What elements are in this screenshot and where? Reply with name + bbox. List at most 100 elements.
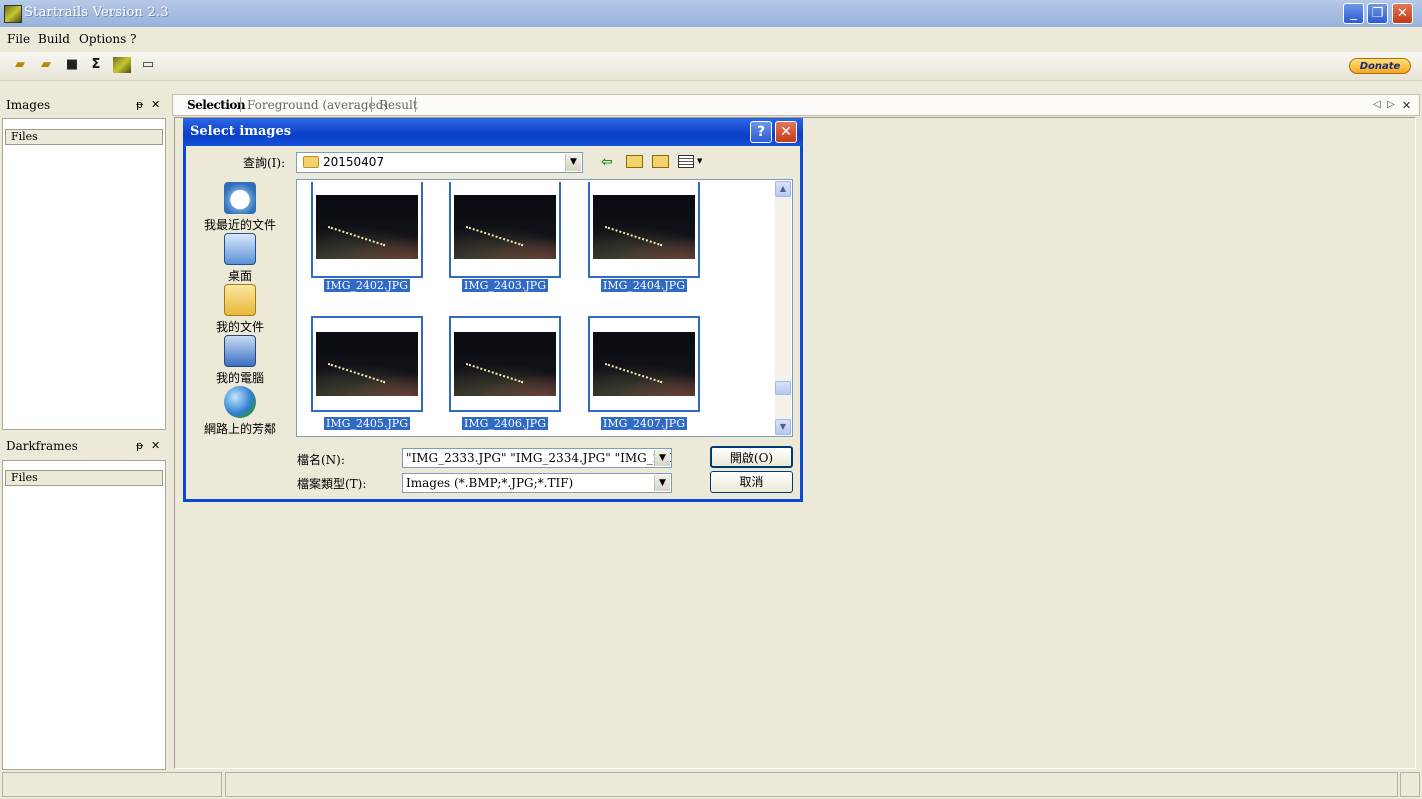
darkframes-panel [2, 460, 166, 770]
file-label[interactable]: IMG_2403.JPG [445, 279, 565, 292]
up-folder-icon[interactable] [626, 155, 643, 168]
darkframes-panel-title: Darkframes [6, 439, 78, 453]
thumbnail-img-2403[interactable] [449, 182, 561, 278]
menu-bar [0, 28, 1422, 50]
thumbnail-image [593, 332, 695, 396]
thumbnail-img-2407[interactable] [588, 316, 700, 412]
file-label[interactable]: IMG_2402.JPG [307, 279, 427, 292]
images-files-header[interactable]: Files [5, 129, 163, 145]
pin-icon[interactable]: ᵽ [136, 98, 143, 111]
thumbnail-image [593, 195, 695, 259]
video-camera-icon[interactable]: ▭ [139, 57, 157, 73]
place-my-documents[interactable]: 我的文件 [195, 284, 285, 335]
recent-documents-icon [224, 182, 256, 214]
file-list-scrollbar[interactable] [775, 181, 791, 435]
scroll-thumb[interactable] [775, 381, 791, 395]
open-darkframes-icon[interactable]: ▰ [37, 57, 55, 73]
my-documents-icon [224, 284, 256, 316]
place-network[interactable]: 網路上的芳鄰 [195, 386, 285, 437]
thumbnail-img-2402[interactable] [311, 182, 423, 278]
dialog-close-button[interactable]: ✕ [775, 121, 797, 143]
chevron-down-icon[interactable]: ▼ [654, 450, 670, 466]
menu-options[interactable]: Options [79, 32, 126, 46]
desktop-icon [224, 233, 256, 265]
tab-selection[interactable]: Selection [187, 98, 246, 112]
menu-help[interactable]: ? [130, 32, 136, 46]
darkframes-files-header[interactable]: Files [5, 470, 163, 486]
menu-build[interactable]: Build [38, 32, 70, 46]
file-label[interactable]: IMG_2407.JPG [584, 417, 704, 430]
place-label: 我最近的文件 [203, 218, 276, 232]
view-menu-icon[interactable] [678, 155, 694, 168]
status-panel-left [2, 772, 222, 797]
scroll-down-icon[interactable]: ▼ [775, 419, 791, 435]
thumbnail-image [316, 195, 418, 259]
save-icon[interactable]: ■ [63, 57, 81, 73]
thumbnail-img-2406[interactable] [449, 316, 561, 412]
tab-next-icon[interactable]: ▷ [1387, 99, 1395, 110]
place-desktop[interactable]: 桌面 [195, 233, 285, 284]
filetype-value: Images (*.BMP;*.JPG;*.TIF) [406, 476, 574, 490]
place-label: 我的電腦 [215, 371, 264, 385]
my-computer-icon [224, 335, 256, 367]
images-panel [2, 118, 166, 430]
network-places-icon [224, 386, 256, 418]
chevron-down-icon[interactable]: ▼ [654, 475, 670, 491]
new-folder-icon[interactable] [652, 155, 669, 168]
place-label: 網路上的芳鄰 [203, 422, 276, 436]
minimize-button[interactable]: _ [1343, 3, 1364, 24]
tab-separator [240, 97, 241, 112]
close-icon[interactable]: ✕ [151, 98, 160, 111]
look-in-combo[interactable]: 20150407 ▼ [296, 152, 583, 173]
tab-separator [415, 97, 416, 112]
title-bar: Startrails Version 2.3 [0, 0, 1422, 27]
close-icon[interactable]: ✕ [151, 439, 160, 452]
tab-result[interactable]: Result [379, 98, 418, 112]
file-label[interactable]: IMG_2405.JPG [307, 417, 427, 430]
thumbnail-image [316, 332, 418, 396]
images-panel-title: Images [6, 98, 51, 112]
look-in-label: 查詢(I): [243, 156, 286, 170]
chevron-down-icon[interactable]: ▼ [565, 154, 581, 171]
thumbnail-image [454, 332, 556, 396]
look-in-value: 20150407 [323, 155, 385, 169]
scroll-up-icon[interactable]: ▲ [775, 181, 791, 197]
folder-icon [303, 156, 319, 168]
open-button[interactable]: 開啟(O) [710, 446, 793, 468]
file-label[interactable]: IMG_2406.JPG [445, 417, 565, 430]
place-recent[interactable]: 我最近的文件 [195, 182, 285, 233]
filename-value: "IMG_2333.JPG" "IMG_2334.JPG" "IMG_2333. [406, 451, 672, 465]
place-my-computer[interactable]: 我的電腦 [195, 335, 285, 386]
close-button[interactable]: ✕ [1392, 3, 1413, 24]
toolbar [0, 52, 1422, 81]
open-folder-icon[interactable]: ▰ [11, 57, 29, 73]
tab-prev-icon[interactable]: ◁ [1373, 99, 1381, 110]
status-panel-grip [1400, 772, 1420, 797]
dialog-title-bar: Select images [183, 118, 803, 146]
tab-foreground[interactable]: Foreground (averaged) [247, 98, 388, 112]
build-startrails-icon[interactable] [113, 57, 131, 73]
place-label: 桌面 [227, 269, 252, 283]
filetype-label: 檔案類型(T): [297, 477, 367, 491]
filename-input[interactable]: "IMG_2333.JPG" "IMG_2334.JPG" "IMG_2333.… [402, 448, 672, 468]
tab-separator [371, 97, 372, 112]
dialog-title: Select images [190, 124, 292, 139]
dialog-help-button[interactable]: ? [750, 121, 772, 143]
sum-icon[interactable]: Σ [87, 57, 105, 73]
view-menu-chevron-icon[interactable]: ▼ [697, 157, 702, 165]
cancel-button[interactable]: 取消 [710, 471, 793, 493]
filetype-select[interactable]: Images (*.BMP;*.JPG;*.TIF) ▼ [402, 473, 672, 493]
thumbnail-img-2405[interactable] [311, 316, 423, 412]
file-label[interactable]: IMG_2404.JPG [584, 279, 704, 292]
pin-icon[interactable]: ᵽ [136, 439, 143, 452]
menu-file[interactable]: File [7, 32, 30, 46]
window-title: Startrails Version 2.3 [24, 5, 169, 20]
thumbnail-img-2404[interactable] [588, 182, 700, 278]
donate-button[interactable]: Donate [1349, 58, 1411, 74]
images-panel-header: Images ᵽ ✕ [2, 95, 166, 117]
back-icon[interactable]: ⇦ [601, 154, 613, 170]
filename-label: 檔名(N): [297, 453, 345, 467]
tab-close-icon[interactable]: ✕ [1402, 99, 1411, 112]
place-label: 我的文件 [215, 320, 264, 334]
restore-button[interactable]: ❐ [1367, 3, 1388, 24]
